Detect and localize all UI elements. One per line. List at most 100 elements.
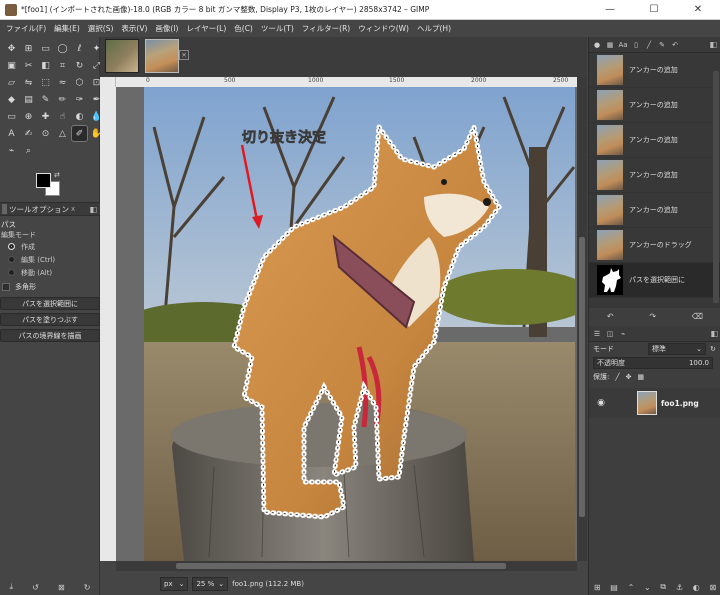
history-item[interactable]: アンカーの追加: [589, 123, 720, 158]
horizontal-scrollbar[interactable]: [116, 561, 577, 571]
lock-position-icon[interactable]: ✥: [626, 373, 632, 381]
tab-close-icon[interactable]: x: [71, 205, 75, 213]
document-tab-icon[interactable]: ▯: [631, 40, 641, 50]
history-item[interactable]: アンカーの追加: [589, 53, 720, 88]
eraser-icon[interactable]: ▭: [4, 109, 19, 124]
raise-layer-icon[interactable]: ⌃: [628, 583, 635, 592]
vertical-ruler[interactable]: [100, 87, 116, 561]
cage-tool-icon[interactable]: ⬡: [72, 75, 87, 90]
paint-tab-icon[interactable]: ✎: [657, 40, 667, 50]
mode-edit-radio[interactable]: 編集 (Ctrl): [0, 253, 100, 266]
pencil-icon[interactable]: ✏: [55, 92, 70, 107]
measure-tool-icon[interactable]: △: [55, 126, 70, 141]
tab-menu-icon[interactable]: ◧: [89, 205, 97, 214]
reset-options-icon[interactable]: ↻: [84, 583, 91, 592]
mode-design-radio[interactable]: 作成: [0, 240, 100, 253]
ellipse-select-icon[interactable]: ◯: [55, 41, 70, 56]
perspective-tool-icon[interactable]: ⬚: [38, 75, 53, 90]
path-to-selection-button[interactable]: パスを選択範囲に: [0, 297, 100, 310]
history-scrollbar[interactable]: [713, 71, 719, 303]
mode-reset-icon[interactable]: ↻: [710, 345, 716, 353]
menu-windows[interactable]: ウィンドウ(W): [354, 23, 413, 34]
lock-alpha-icon[interactable]: ▦: [637, 373, 644, 381]
layer-mode-select[interactable]: 標準 ⌄: [648, 343, 706, 355]
menu-edit[interactable]: 編集(E): [50, 23, 84, 34]
layers-tab-icon[interactable]: ☰: [592, 329, 602, 339]
tool-options-tab[interactable]: ツールオプション x ◧: [0, 202, 100, 216]
menu-file[interactable]: ファイル(F): [2, 23, 50, 34]
warp-tool-icon[interactable]: ≈: [55, 75, 70, 90]
menu-tools[interactable]: ツール(T): [257, 23, 298, 34]
horizontal-ruler[interactable]: 0 500 1000 1500 2000 2500: [116, 77, 577, 87]
new-group-icon[interactable]: ▤: [610, 583, 618, 592]
dock-menu-icon[interactable]: ◧: [709, 40, 717, 49]
vertical-scrollbar[interactable]: [577, 77, 587, 561]
dock-menu-icon[interactable]: ◧: [710, 329, 718, 338]
image-tab-thumbnail[interactable]: [105, 39, 139, 73]
history-item[interactable]: アンカーのドラッグ: [589, 228, 720, 263]
save-options-icon[interactable]: ⤓: [10, 582, 14, 592]
clone-tool-icon[interactable]: ⊕: [21, 109, 36, 124]
paths-tool-icon[interactable]: ✐: [71, 125, 88, 142]
image-tab-thumbnail-active[interactable]: [145, 39, 179, 73]
align-tool-icon[interactable]: ⊞: [21, 41, 36, 56]
brush-tab-icon[interactable]: ╱: [644, 40, 654, 50]
lasso-tool-icon[interactable]: ℓ: [72, 41, 87, 56]
smudge-tool-icon[interactable]: ☝: [55, 109, 70, 124]
rect-select-icon[interactable]: ▭: [38, 41, 53, 56]
fonts-tab-icon[interactable]: Aa: [618, 40, 628, 50]
anchor-layer-icon[interactable]: ⚓: [676, 583, 683, 592]
menu-colors[interactable]: 色(C): [230, 23, 257, 34]
delete-options-icon[interactable]: ⊠: [58, 583, 65, 592]
gradient-tool-icon[interactable]: ▤: [21, 92, 36, 107]
stroke-path-button[interactable]: パスの境界線を描画: [0, 329, 100, 342]
maximize-button[interactable]: ☐: [632, 0, 676, 20]
ruler-corner[interactable]: [100, 77, 116, 87]
paths-tab-icon[interactable]: ⌁: [618, 329, 628, 339]
move-tool-icon[interactable]: ✥: [4, 41, 19, 56]
menu-view[interactable]: 表示(V): [117, 23, 151, 34]
history-item[interactable]: アンカーの追加: [589, 88, 720, 123]
clear-history-icon[interactable]: ⌫: [692, 312, 703, 321]
close-button[interactable]: ✕: [676, 0, 720, 20]
duplicate-layer-icon[interactable]: ⧉: [660, 582, 666, 592]
color-select-icon[interactable]: ▣: [4, 58, 19, 73]
flip-tool-icon[interactable]: ⇋: [21, 75, 36, 90]
history-item[interactable]: アンカーの追加: [589, 158, 720, 193]
zoom-tool-icon[interactable]: ⌕: [21, 143, 36, 158]
brushes-tab-icon[interactable]: ●: [592, 40, 602, 50]
undo-history-tab-icon[interactable]: ↶: [670, 40, 680, 50]
delete-layer-icon[interactable]: ⊠: [709, 583, 716, 592]
bucket-fill-icon[interactable]: ◆: [4, 92, 19, 107]
mask-layer-icon[interactable]: ◐: [693, 583, 700, 592]
mode-move-radio[interactable]: 移動 (Alt): [0, 266, 100, 279]
new-layer-icon[interactable]: ⊞: [594, 583, 601, 592]
menu-image[interactable]: 画像(I): [151, 23, 182, 34]
history-item-selected[interactable]: パスを選択範囲に: [589, 263, 720, 298]
fill-path-button[interactable]: パスを塗りつぶす: [0, 313, 100, 326]
foreground-select-icon[interactable]: ◧: [38, 58, 53, 73]
dodge-burn-icon[interactable]: ◐: [72, 109, 87, 124]
crop-tool-icon[interactable]: ⌗: [55, 58, 70, 73]
layer-item[interactable]: ◉ foo1.png: [589, 388, 720, 418]
patterns-tab-icon[interactable]: ▦: [605, 40, 615, 50]
shear-tool-icon[interactable]: ▱: [4, 75, 19, 90]
redo-icon[interactable]: ↷: [649, 312, 656, 321]
close-tab-icon[interactable]: ×: [179, 50, 189, 60]
scissors-select-icon[interactable]: ✂: [21, 58, 36, 73]
lock-pixels-icon[interactable]: ╱: [615, 373, 619, 381]
menu-filters[interactable]: フィルター(R): [298, 23, 354, 34]
opacity-slider[interactable]: 不透明度 100.0: [593, 357, 713, 369]
swap-colors-icon[interactable]: ⇄: [54, 171, 60, 179]
unit-select[interactable]: px ⌄: [160, 577, 189, 591]
color-picker-icon[interactable]: ⌁: [4, 143, 19, 158]
minimize-button[interactable]: —: [588, 0, 632, 20]
lower-layer-icon[interactable]: ⌄: [644, 583, 651, 592]
undo-icon[interactable]: ↶: [607, 312, 614, 321]
menu-layer[interactable]: レイヤー(L): [182, 23, 230, 34]
text-tool-icon[interactable]: A: [4, 126, 19, 141]
airbrush-icon[interactable]: ✑: [72, 92, 87, 107]
visibility-eye-icon[interactable]: ◉: [591, 398, 611, 408]
history-item[interactable]: アンカーの追加: [589, 193, 720, 228]
color-swatches[interactable]: ⇄: [34, 171, 66, 199]
